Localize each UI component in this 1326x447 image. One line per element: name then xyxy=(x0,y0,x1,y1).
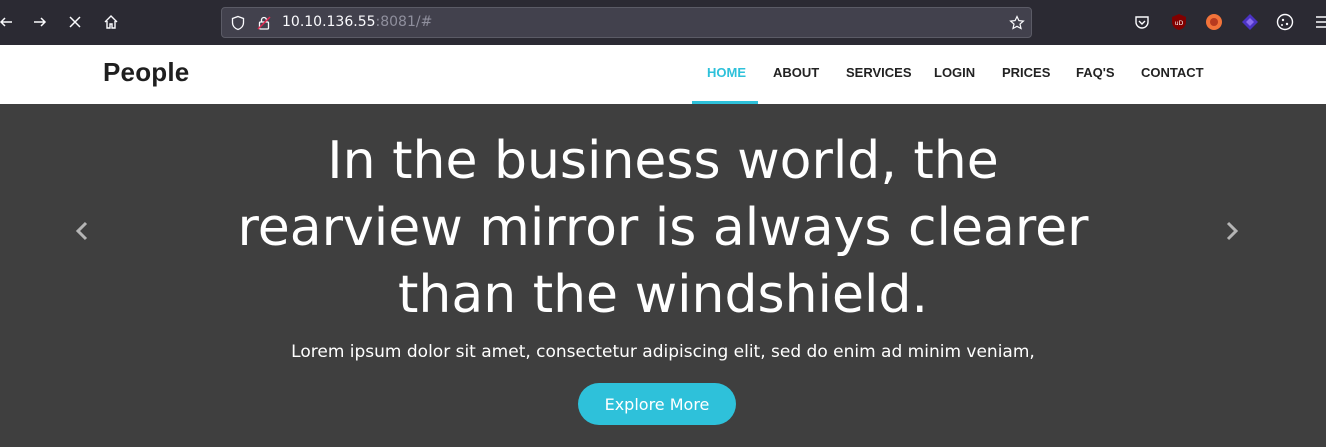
url-port-path: :8081/# xyxy=(375,14,433,30)
arrow-left-icon xyxy=(0,17,12,27)
url-bar[interactable]: 10.10.136.55:8081/# xyxy=(221,7,1032,38)
nav-prices[interactable]: PRICES xyxy=(1002,65,1050,80)
nav-contact[interactable]: CONTACT xyxy=(1141,65,1204,80)
chevron-right-icon[interactable] xyxy=(1223,220,1241,242)
chevron-left-icon[interactable] xyxy=(73,220,91,242)
hero-carousel: In the business world, the rearview mirr… xyxy=(0,104,1326,447)
hero-headline: In the business world, the rearview mirr… xyxy=(150,128,1176,329)
headline-line-2: rearview mirror is always clearer xyxy=(237,198,1089,258)
insecure-lock-icon[interactable] xyxy=(256,15,272,31)
home-button[interactable] xyxy=(99,10,123,34)
arrow-right-icon xyxy=(34,17,47,27)
brand-logo[interactable]: People xyxy=(103,57,189,88)
star-icon[interactable] xyxy=(1009,15,1025,31)
cookie-icon[interactable] xyxy=(1276,13,1294,31)
stop-button[interactable] xyxy=(63,10,87,34)
url-host: 10.10.136.55 xyxy=(282,14,376,30)
close-icon xyxy=(69,16,81,28)
nav-services[interactable]: SERVICES xyxy=(846,65,912,80)
ublock-icon[interactable]: uD xyxy=(1170,13,1188,31)
nav-home[interactable]: HOME xyxy=(707,65,746,80)
nav-login[interactable]: LOGIN xyxy=(934,65,975,80)
pocket-icon[interactable] xyxy=(1133,13,1151,31)
headline-line-3: than the windshield. xyxy=(398,265,928,325)
wappalyzer-icon[interactable] xyxy=(1241,13,1259,31)
nav-about[interactable]: ABOUT xyxy=(773,65,819,80)
back-button[interactable] xyxy=(0,10,18,34)
nav-faqs[interactable]: FAQ'S xyxy=(1076,65,1115,80)
url-text[interactable]: 10.10.136.55:8081/# xyxy=(282,14,432,30)
browser-toolbar: 10.10.136.55:8081/# uD xyxy=(0,0,1326,45)
explore-more-button[interactable]: Explore More xyxy=(578,383,736,425)
foxy-extension-icon[interactable] xyxy=(1205,13,1223,31)
headline-line-1: In the business world, the xyxy=(327,131,999,191)
forward-button[interactable] xyxy=(28,10,52,34)
hero-subtext: Lorem ipsum dolor sit amet, consectetur … xyxy=(291,342,1035,362)
site-navbar: People HOME ABOUT SERVICES LOGIN PRICES … xyxy=(0,45,1326,104)
svg-text:uD: uD xyxy=(1175,20,1184,27)
home-icon xyxy=(104,15,118,29)
shield-icon[interactable] xyxy=(230,15,246,31)
menu-icon[interactable] xyxy=(1314,13,1326,31)
